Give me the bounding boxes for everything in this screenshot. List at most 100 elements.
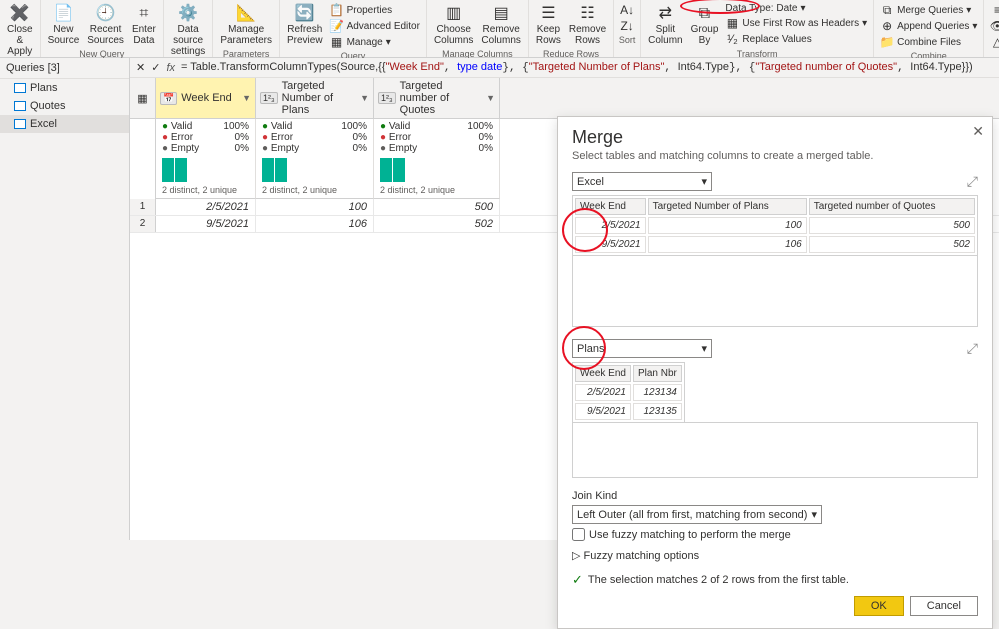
parameters-icon: 📐	[236, 4, 256, 24]
refresh-preview-button[interactable]: 🔄Refresh Preview	[284, 2, 326, 48]
remove-columns-button[interactable]: ▤Remove Columns	[478, 2, 523, 48]
column-header-targeted-quotes[interactable]: 1²₃Targeted number of Quotes▼	[374, 78, 500, 118]
queries-header: Queries [3]	[0, 58, 129, 79]
close-icon[interactable]: ✕	[972, 123, 984, 140]
cell-quotes: 500	[374, 199, 500, 215]
data-source-settings-button[interactable]: ⚙️Data source settings	[168, 2, 208, 59]
query-item-excel[interactable]: Excel	[0, 115, 129, 133]
formula-text[interactable]: = Table.TransformColumnTypes(Source,{{"W…	[181, 61, 973, 74]
data-type-button[interactable]: Data Type: Date ▾	[723, 2, 807, 15]
cell-weekend: 9/5/2021	[156, 216, 256, 232]
chevron-down-icon: ▾	[811, 508, 817, 521]
ribbon-group-datasources: ⚙️Data source settings Data Sources	[164, 0, 213, 57]
preview-row: 9/5/2021106502	[575, 236, 975, 253]
sort-asc-button[interactable]: A↓	[618, 2, 636, 18]
table1-select[interactable]: Excel▾	[572, 172, 712, 191]
table-icon-header[interactable]: ▦	[130, 78, 156, 118]
preview-col-plannbr[interactable]: Plan Nbr	[633, 365, 682, 382]
preview-col-weekend[interactable]: Week End	[575, 365, 631, 382]
keep-rows-icon: ☰	[538, 4, 558, 24]
properties-button[interactable]: 📋Properties	[328, 2, 395, 18]
table2-preview: Week End Plan Nbr 2/5/2021123134 9/5/202…	[572, 362, 685, 423]
formula-cancel-icon[interactable]: ✕	[136, 61, 145, 74]
azure-ml-button[interactable]: △Azure Machine Learning	[988, 34, 999, 50]
remove-rows-button[interactable]: ☷Remove Rows	[566, 2, 609, 48]
manage-parameters-button[interactable]: 📐Manage Parameters	[217, 2, 275, 48]
quality-cell: ● Valid100% ● Error0% ● Empty0%	[374, 119, 500, 156]
column-header-targeted-plans[interactable]: 1²₃Targeted Number of Plans▼	[256, 78, 374, 118]
merge-dialog: ✕ Merge Select tables and matching colum…	[557, 116, 993, 629]
fuzzy-options-toggle[interactable]: ▷ Fuzzy matching options	[572, 549, 978, 562]
ok-button[interactable]: OK	[854, 596, 904, 616]
expand-icon[interactable]: ⤢	[967, 173, 978, 190]
formula-accept-icon[interactable]: ✓	[151, 61, 160, 74]
close-apply-button[interactable]: ✖️ Close & Apply	[4, 2, 36, 59]
row-number: 2	[130, 216, 156, 232]
new-source-button[interactable]: 📄New Source	[45, 2, 83, 48]
ribbon-group-managecols: ▥Choose Columns ▤Remove Columns Manage C…	[427, 0, 529, 57]
close-apply-label: Close & Apply	[7, 24, 33, 57]
enter-data-button[interactable]: ⌗Enter Data	[129, 2, 159, 48]
preview-row: 2/5/2021100500	[575, 217, 975, 234]
distinct-label: 2 distinct, 2 unique	[156, 184, 256, 199]
table1-preview-box	[572, 255, 978, 327]
cancel-button[interactable]: Cancel	[910, 596, 978, 616]
ribbon-group-newquery: 📄New Source 🕘Recent Sources ⌗Enter Data …	[41, 0, 164, 57]
ribbon-group-transform: ⇄Split Column ⧉Group By Data Type: Date …	[641, 0, 874, 57]
first-row-headers-button[interactable]: ▦Use First Row as Headers ▾	[723, 15, 869, 31]
fuzzy-checkbox-input[interactable]	[572, 528, 585, 541]
advanced-editor-button[interactable]: 📝Advanced Editor	[328, 18, 422, 34]
manage-query-button[interactable]: ▦Manage ▾	[328, 34, 393, 50]
chevron-down-icon[interactable]: ▼	[486, 93, 495, 103]
preview-col-weekend[interactable]: Week End	[575, 198, 646, 215]
cell-quotes: 502	[374, 216, 500, 232]
table2-preview-box	[572, 422, 978, 478]
recent-sources-icon: 🕘	[96, 4, 116, 24]
chevron-down-icon[interactable]: ▼	[242, 93, 251, 103]
split-column-button[interactable]: ⇄Split Column	[645, 2, 685, 48]
azure-ml-icon: △	[990, 35, 999, 49]
checkmark-icon: ✓	[572, 572, 583, 588]
keep-rows-button[interactable]: ☰Keep Rows	[533, 2, 564, 48]
choose-columns-icon: ▥	[444, 4, 464, 24]
chevron-down-icon[interactable]: ▼	[360, 93, 369, 103]
query-item-plans[interactable]: Plans	[0, 79, 129, 97]
merge-queries-button[interactable]: ⧉Merge Queries ▾	[878, 2, 973, 18]
refresh-icon: 🔄	[295, 4, 315, 24]
fuzzy-checkbox[interactable]: Use fuzzy matching to perform the merge	[572, 528, 978, 541]
choose-columns-button[interactable]: ▥Choose Columns	[431, 2, 476, 48]
vision-button[interactable]: 👁Vision	[988, 18, 999, 34]
ribbon-group-reducerows: ☰Keep Rows ☷Remove Rows Reduce Rows	[529, 0, 614, 57]
merge-icon: ⧉	[880, 3, 894, 17]
int-type-icon: 1²₃	[378, 92, 396, 104]
preview-col-quotes[interactable]: Targeted number of Quotes	[809, 198, 975, 215]
join-kind-label: Join Kind	[572, 490, 978, 502]
expand-icon[interactable]: ⤢	[967, 340, 978, 357]
combine-files-button[interactable]: 📁Combine Files	[878, 34, 963, 50]
preview-col-plans[interactable]: Targeted Number of Plans	[648, 198, 807, 215]
chevron-down-icon: ▾	[701, 342, 707, 355]
table1-preview: Week End Targeted Number of Plans Target…	[572, 195, 978, 256]
table2-select[interactable]: Plans▾	[572, 339, 712, 358]
column-header-weekend[interactable]: 📅Week End▼	[156, 78, 256, 118]
preview-row: 9/5/2021123135	[575, 403, 682, 420]
sort-desc-button[interactable]: Z↓	[618, 18, 636, 34]
replace-values-button[interactable]: ¹⁄₂Replace Values	[723, 31, 813, 47]
join-kind-select[interactable]: Left Outer (all from first, matching fro…	[572, 505, 822, 524]
dialog-buttons: OK Cancel	[572, 596, 978, 616]
chevron-down-icon: ▾	[701, 175, 707, 188]
replace-icon: ¹⁄₂	[725, 32, 739, 46]
vision-icon: 👁	[990, 19, 999, 33]
text-analytics-button[interactable]: ≡Text Analytics	[988, 2, 999, 18]
query-item-quotes[interactable]: Quotes	[0, 97, 129, 115]
table-icon	[14, 101, 26, 111]
int-type-icon: 1²₃	[260, 92, 278, 104]
cell-plans: 106	[256, 216, 374, 232]
recent-sources-button[interactable]: 🕘Recent Sources	[84, 2, 127, 48]
combine-files-icon: 📁	[880, 35, 894, 49]
fx-icon[interactable]: fx	[166, 62, 175, 74]
append-queries-button[interactable]: ⊕Append Queries ▾	[878, 18, 979, 34]
group-by-button[interactable]: ⧉Group By	[688, 2, 722, 48]
new-source-icon: 📄	[53, 4, 73, 24]
ribbon-group-query: 🔄Refresh Preview 📋Properties 📝Advanced E…	[280, 0, 427, 57]
